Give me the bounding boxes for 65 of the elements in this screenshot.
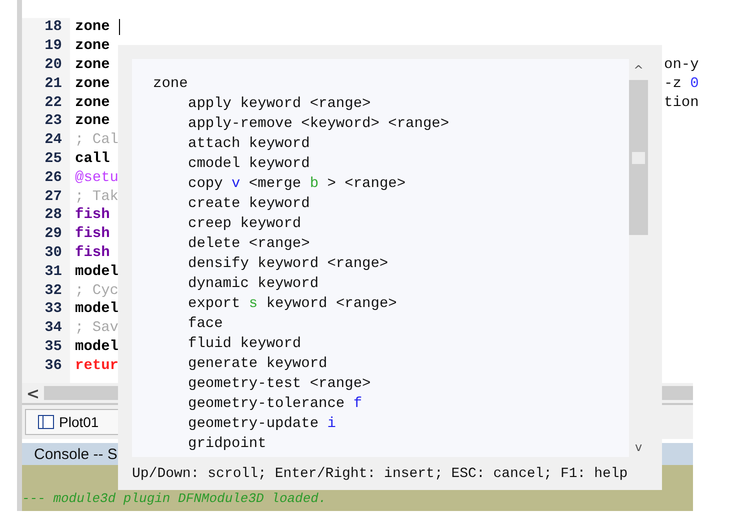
line-number: 24 [44, 132, 62, 148]
scrollbar-thumb[interactable] [632, 152, 645, 164]
line-number: 31 [44, 264, 62, 280]
line-number: 27 [44, 188, 62, 205]
code-line: call [75, 150, 110, 167]
code-line: zone [75, 38, 110, 54]
completion-item[interactable]: densify keyword <range> [153, 254, 629, 274]
code-line: zone [75, 56, 110, 73]
completion-item[interactable]: face [153, 314, 629, 334]
code-line: model [75, 264, 119, 280]
completion-item[interactable]: geometry-update i [153, 414, 629, 434]
completion-item[interactable]: geometry-test <range> [153, 374, 629, 394]
panel-icon [38, 415, 54, 429]
line-number: 22 [44, 94, 62, 111]
console-message: --- module3d plugin DFNModule3D loaded. [22, 491, 326, 506]
code-line: ; Tak [75, 188, 119, 205]
line-number: 20 [44, 56, 62, 73]
line-number: 30 [44, 244, 62, 261]
code-line: zone [75, 94, 110, 111]
code-line: @setu [75, 170, 119, 186]
completion-item[interactable]: creep keyword [153, 214, 629, 234]
code-line: ; Cyc [75, 282, 119, 299]
line-number: 19 [44, 38, 62, 54]
line-number: 35 [44, 338, 62, 355]
completion-item[interactable]: apply keyword <range> [153, 94, 629, 114]
completion-item[interactable]: export s keyword <range> [153, 294, 629, 314]
completion-item[interactable]: create keyword [153, 194, 629, 214]
completion-item[interactable]: copy v <merge b > <range> [153, 174, 629, 194]
line-number: 29 [44, 226, 62, 242]
line-number: 34 [44, 320, 62, 336]
line-number: 18 [44, 19, 62, 36]
code-line: fish [75, 244, 110, 261]
completion-item[interactable]: dynamic keyword [153, 274, 629, 294]
completion-item[interactable]: gridpoint [153, 434, 629, 454]
completion-item[interactable]: delete <range> [153, 234, 629, 254]
code-line: zone [75, 19, 110, 36]
code-line: tion [664, 94, 699, 111]
line-number: 25 [44, 150, 62, 167]
console-title: Console -- S [34, 446, 118, 462]
code-line: fish [75, 226, 110, 242]
code-line: model [75, 301, 119, 318]
code-line: on-y [664, 56, 699, 73]
completion-item[interactable]: cmodel keyword [153, 154, 629, 174]
line-number: 26 [44, 170, 62, 186]
completion-item[interactable]: geometry-tolerance f [153, 394, 629, 414]
code-line: retur [75, 358, 119, 374]
code-line: model [75, 338, 119, 355]
completion-item[interactable]: zone [153, 74, 629, 94]
completion-item[interactable]: attach keyword [153, 134, 629, 154]
code-line: ; Sav [75, 320, 119, 336]
line-number: 21 [44, 76, 62, 92]
line-number: 36 [44, 358, 62, 374]
completion-item[interactable]: fluid keyword [153, 334, 629, 354]
line-number: 28 [44, 207, 62, 224]
line-number: 33 [44, 301, 62, 318]
completion-item[interactable]: apply-remove <keyword> <range> [153, 114, 629, 134]
code-line: zone [75, 113, 110, 130]
line-number: 23 [44, 113, 62, 130]
line-number: 32 [44, 282, 62, 299]
code-line: ; Cal [75, 132, 119, 148]
completion-item[interactable]: generate keyword [153, 354, 629, 374]
code-line: -z 0 [664, 76, 699, 92]
code-line: fish [75, 207, 110, 224]
key-hint: Up/Down: scroll; Enter/Right: insert; ESC: cancel; F1: help [132, 464, 629, 484]
code-line: zone [75, 76, 110, 92]
